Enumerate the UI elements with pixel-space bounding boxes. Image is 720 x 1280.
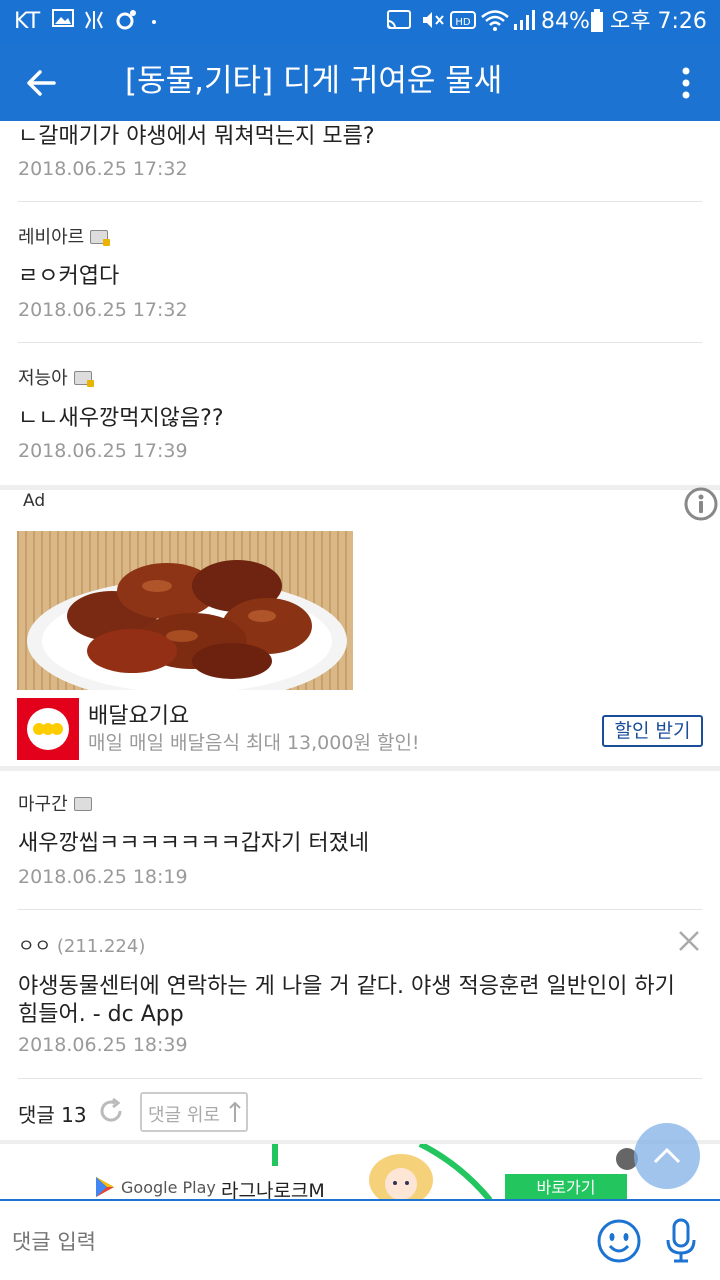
voice-input-button[interactable]	[664, 1218, 698, 1264]
comment-text: 새우깡씹ㅋㅋㅋㅋㅋㅋㅋ갑자기 터졌네	[18, 831, 370, 856]
ad-label: Ad	[23, 491, 46, 511]
divider	[18, 909, 702, 910]
sync-icon	[114, 8, 138, 40]
refresh-icon	[100, 1097, 122, 1122]
more-menu-button[interactable]	[670, 62, 702, 104]
battery-icon	[590, 8, 604, 42]
svg-text:HD: HD	[455, 17, 471, 28]
divider	[18, 201, 702, 202]
divider	[18, 1078, 702, 1079]
signal-icon	[512, 8, 536, 40]
battery-percent: 84%	[541, 9, 590, 34]
comment-input[interactable]	[10, 1219, 574, 1265]
nickname-text: 레비아르	[18, 227, 85, 248]
ip-address: (211.224)	[56, 936, 146, 957]
section-divider	[0, 766, 720, 771]
yogiyo-logo[interactable]	[17, 698, 79, 760]
member-badge-icon	[73, 797, 92, 811]
dot-icon	[150, 8, 158, 40]
hd-icon: HD	[450, 8, 476, 40]
emoji-button[interactable]	[596, 1218, 642, 1264]
comment-date: 2018.06.25 17:32	[18, 299, 188, 321]
microphone-icon	[666, 1218, 696, 1263]
app-bar: [동물,기타] 디게 귀여운 물새	[0, 44, 720, 121]
clock: 오후 7:26	[610, 9, 707, 34]
nickname-text: 마구간	[18, 794, 68, 815]
comment-nickname[interactable]: 저능아	[18, 364, 94, 390]
mute-icon	[420, 8, 446, 40]
page-title: [동물,기타] 디게 귀여운 물새	[125, 63, 503, 99]
nickname-text: ㅇㅇ	[18, 936, 52, 957]
wifi-icon	[480, 8, 510, 40]
google-play-icon	[96, 1177, 114, 1197]
divider	[18, 342, 702, 343]
more-vert-icon	[682, 67, 690, 99]
comment-text: ㄹㅇ커엽다	[18, 264, 120, 289]
back-button[interactable]	[20, 62, 62, 104]
yogiyo-logo-icon	[27, 708, 69, 750]
comment-nickname[interactable]: ㅇㅇ (211.224)	[18, 932, 145, 958]
ad-cta-button[interactable]: 할인 받기	[602, 715, 703, 747]
scroll-up-label: 댓글 위로	[148, 1105, 220, 1126]
comment-nickname[interactable]: 마구간	[18, 790, 92, 816]
close-icon	[679, 931, 699, 951]
comment-date: 2018.06.25 17:39	[18, 440, 188, 462]
ad-brand[interactable]: 배달요기요	[88, 698, 189, 730]
chevron-up-icon	[653, 1147, 681, 1164]
banner-cta-button[interactable]: 바로가기	[505, 1174, 627, 1200]
scroll-to-comments-button[interactable]: 댓글 위로	[140, 1092, 248, 1132]
ad-image[interactable]	[17, 531, 353, 703]
banner-decoration	[272, 1144, 278, 1166]
comment-text: ㄴ갈매기가 야생에서 뭐쳐먹는지 모름?	[18, 124, 375, 149]
google-play-label: Google Play	[121, 1178, 216, 1197]
comment-nickname[interactable]: 레비아르	[18, 223, 111, 249]
vibrate-icon	[82, 8, 106, 40]
back-arrow-icon	[27, 70, 56, 96]
comment-text-continued: 힘들어. - dc App	[18, 1002, 184, 1027]
status-bar: KT HD 84% 오후 7:26	[0, 0, 720, 44]
nickname-text: 저능아	[18, 368, 68, 389]
cast-icon	[385, 8, 413, 40]
game-banner[interactable]: Google Play 라그나로크M 바로가기	[0, 1144, 720, 1200]
chicken-wings-image	[17, 531, 353, 703]
ad-info-button[interactable]	[684, 487, 718, 521]
image-icon	[52, 8, 74, 36]
comment-text: ㄴㄴ새우깡먹지않음??	[18, 406, 224, 431]
comment-count: 댓글 13	[18, 1103, 87, 1127]
arrow-up-icon	[229, 1101, 241, 1122]
comment-date: 2018.06.25 18:19	[18, 866, 188, 888]
emoji-icon	[597, 1219, 641, 1263]
game-title: 라그나로크M	[221, 1180, 325, 1200]
section-divider	[0, 485, 720, 490]
anime-character-image	[369, 1154, 433, 1200]
ad-description: 매일 매일 배달음식 최대 13,000원 할인!	[88, 732, 420, 754]
comment-input-bar	[0, 1201, 720, 1280]
refresh-button[interactable]	[96, 1096, 126, 1126]
comment-date: 2018.06.25 17:32	[18, 158, 188, 180]
delete-comment-button[interactable]	[676, 928, 702, 954]
ad-info-icon	[684, 487, 718, 521]
member-badge-icon	[90, 230, 111, 246]
carrier-label: KT	[14, 9, 41, 34]
member-badge-icon	[73, 371, 94, 387]
comment-date: 2018.06.25 18:39	[18, 1034, 188, 1056]
scroll-top-fab[interactable]	[634, 1123, 700, 1189]
